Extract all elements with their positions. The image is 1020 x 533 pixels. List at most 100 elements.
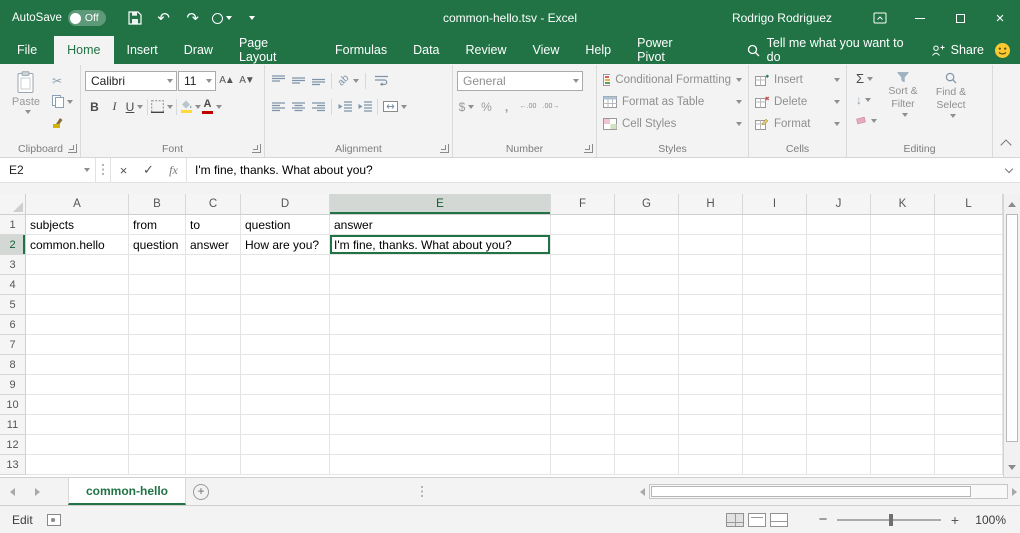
insert-cells-button[interactable]: Insert (753, 69, 842, 91)
column-header-J[interactable]: J (807, 194, 871, 215)
cell-K2[interactable] (871, 235, 935, 255)
cell-G7[interactable] (615, 335, 679, 355)
cell-J1[interactable] (807, 215, 871, 235)
cell-H8[interactable] (679, 355, 743, 375)
cell-K1[interactable] (871, 215, 935, 235)
cell-I9[interactable] (743, 375, 807, 395)
cell-B4[interactable] (129, 275, 186, 295)
share-button[interactable]: Share (921, 36, 994, 64)
cell-I2[interactable] (743, 235, 807, 255)
cell-K3[interactable] (871, 255, 935, 275)
zoom-slider-handle[interactable] (889, 514, 893, 526)
cell-K6[interactable] (871, 315, 935, 335)
clipboard-dialog-launcher[interactable] (68, 144, 77, 153)
tab-file[interactable]: File (0, 36, 54, 64)
cell-D4[interactable] (241, 275, 330, 295)
cell-J5[interactable] (807, 295, 871, 315)
select-all-button[interactable] (0, 194, 26, 215)
scroll-left-button[interactable] (640, 488, 645, 496)
cell-C2[interactable]: answer (186, 235, 241, 255)
align-bottom-button[interactable] (309, 71, 328, 91)
clear-button[interactable] (854, 110, 879, 131)
tab-data[interactable]: Data (400, 36, 452, 64)
cell-I10[interactable] (743, 395, 807, 415)
tab-split-handle[interactable] (416, 478, 428, 505)
cell-G2[interactable] (615, 235, 679, 255)
font-color-button[interactable]: A (202, 97, 222, 117)
cell-E11[interactable] (330, 415, 551, 435)
cell-J9[interactable] (807, 375, 871, 395)
cell-C3[interactable] (186, 255, 241, 275)
cell-C6[interactable] (186, 315, 241, 335)
cell-B6[interactable] (129, 315, 186, 335)
zoom-in-button[interactable]: + (948, 512, 962, 528)
cell-L11[interactable] (935, 415, 1003, 435)
increase-font-size-button[interactable]: A▲ (217, 71, 236, 91)
font-name-select[interactable]: Calibri (85, 71, 177, 91)
underline-button[interactable]: U (125, 97, 144, 117)
cell-E13[interactable] (330, 455, 551, 475)
redo-button[interactable]: ↷ (180, 5, 206, 31)
cell-B10[interactable] (129, 395, 186, 415)
conditional-formatting-button[interactable]: Conditional Formatting (601, 69, 744, 91)
cell-L13[interactable] (935, 455, 1003, 475)
cell-F5[interactable] (551, 295, 615, 315)
row-header-2[interactable]: 2 (0, 235, 26, 255)
cell-A10[interactable] (26, 395, 129, 415)
cell-I4[interactable] (743, 275, 807, 295)
wrap-text-button[interactable] (369, 71, 393, 91)
cell-J12[interactable] (807, 435, 871, 455)
cell-D13[interactable] (241, 455, 330, 475)
alignment-dialog-launcher[interactable] (440, 144, 449, 153)
cell-K10[interactable] (871, 395, 935, 415)
tab-review[interactable]: Review (453, 36, 520, 64)
enter-button[interactable]: ✓ (136, 158, 161, 182)
font-size-select[interactable]: 11 (178, 71, 216, 91)
close-button[interactable]: × (980, 0, 1020, 36)
cell-J3[interactable] (807, 255, 871, 275)
cell-E4[interactable] (330, 275, 551, 295)
cell-I3[interactable] (743, 255, 807, 275)
row-header-7[interactable]: 7 (0, 335, 26, 355)
cell-B5[interactable] (129, 295, 186, 315)
tab-formulas[interactable]: Formulas (322, 36, 400, 64)
cell-H3[interactable] (679, 255, 743, 275)
column-header-I[interactable]: I (743, 194, 807, 215)
scroll-down-button[interactable] (1004, 459, 1020, 475)
cell-C11[interactable] (186, 415, 241, 435)
cell-F7[interactable] (551, 335, 615, 355)
cell-J7[interactable] (807, 335, 871, 355)
cell-L7[interactable] (935, 335, 1003, 355)
row-header-13[interactable]: 13 (0, 455, 26, 475)
cell-L4[interactable] (935, 275, 1003, 295)
insert-function-button[interactable]: fx (161, 158, 186, 182)
macro-record-icon[interactable] (47, 514, 61, 526)
tab-insert[interactable]: Insert (114, 36, 171, 64)
merge-center-button[interactable] (381, 97, 409, 117)
cell-A3[interactable] (26, 255, 129, 275)
cell-H9[interactable] (679, 375, 743, 395)
cell-K7[interactable] (871, 335, 935, 355)
formula-input[interactable]: I'm fine, thanks. What about you? (186, 158, 998, 182)
cell-E1[interactable]: answer (330, 215, 551, 235)
cell-E2[interactable]: I'm fine, thanks. What about you? (330, 235, 551, 255)
cell-A9[interactable] (26, 375, 129, 395)
format-cells-button[interactable]: Format (753, 113, 842, 135)
cell-L9[interactable] (935, 375, 1003, 395)
horizontal-scroll-thumb[interactable] (651, 486, 971, 497)
cell-H2[interactable] (679, 235, 743, 255)
cell-C10[interactable] (186, 395, 241, 415)
cell-J13[interactable] (807, 455, 871, 475)
cell-K5[interactable] (871, 295, 935, 315)
cell-B13[interactable] (129, 455, 186, 475)
cell-K12[interactable] (871, 435, 935, 455)
cell-A2[interactable]: common.hello (26, 235, 129, 255)
page-break-view-button[interactable] (770, 513, 788, 527)
cell-I7[interactable] (743, 335, 807, 355)
cell-F3[interactable] (551, 255, 615, 275)
cell-B12[interactable] (129, 435, 186, 455)
column-header-L[interactable]: L (935, 194, 1003, 215)
increase-decimal-button[interactable]: ←.00 (517, 97, 539, 117)
cell-J8[interactable] (807, 355, 871, 375)
name-box[interactable]: E2 (0, 158, 96, 182)
